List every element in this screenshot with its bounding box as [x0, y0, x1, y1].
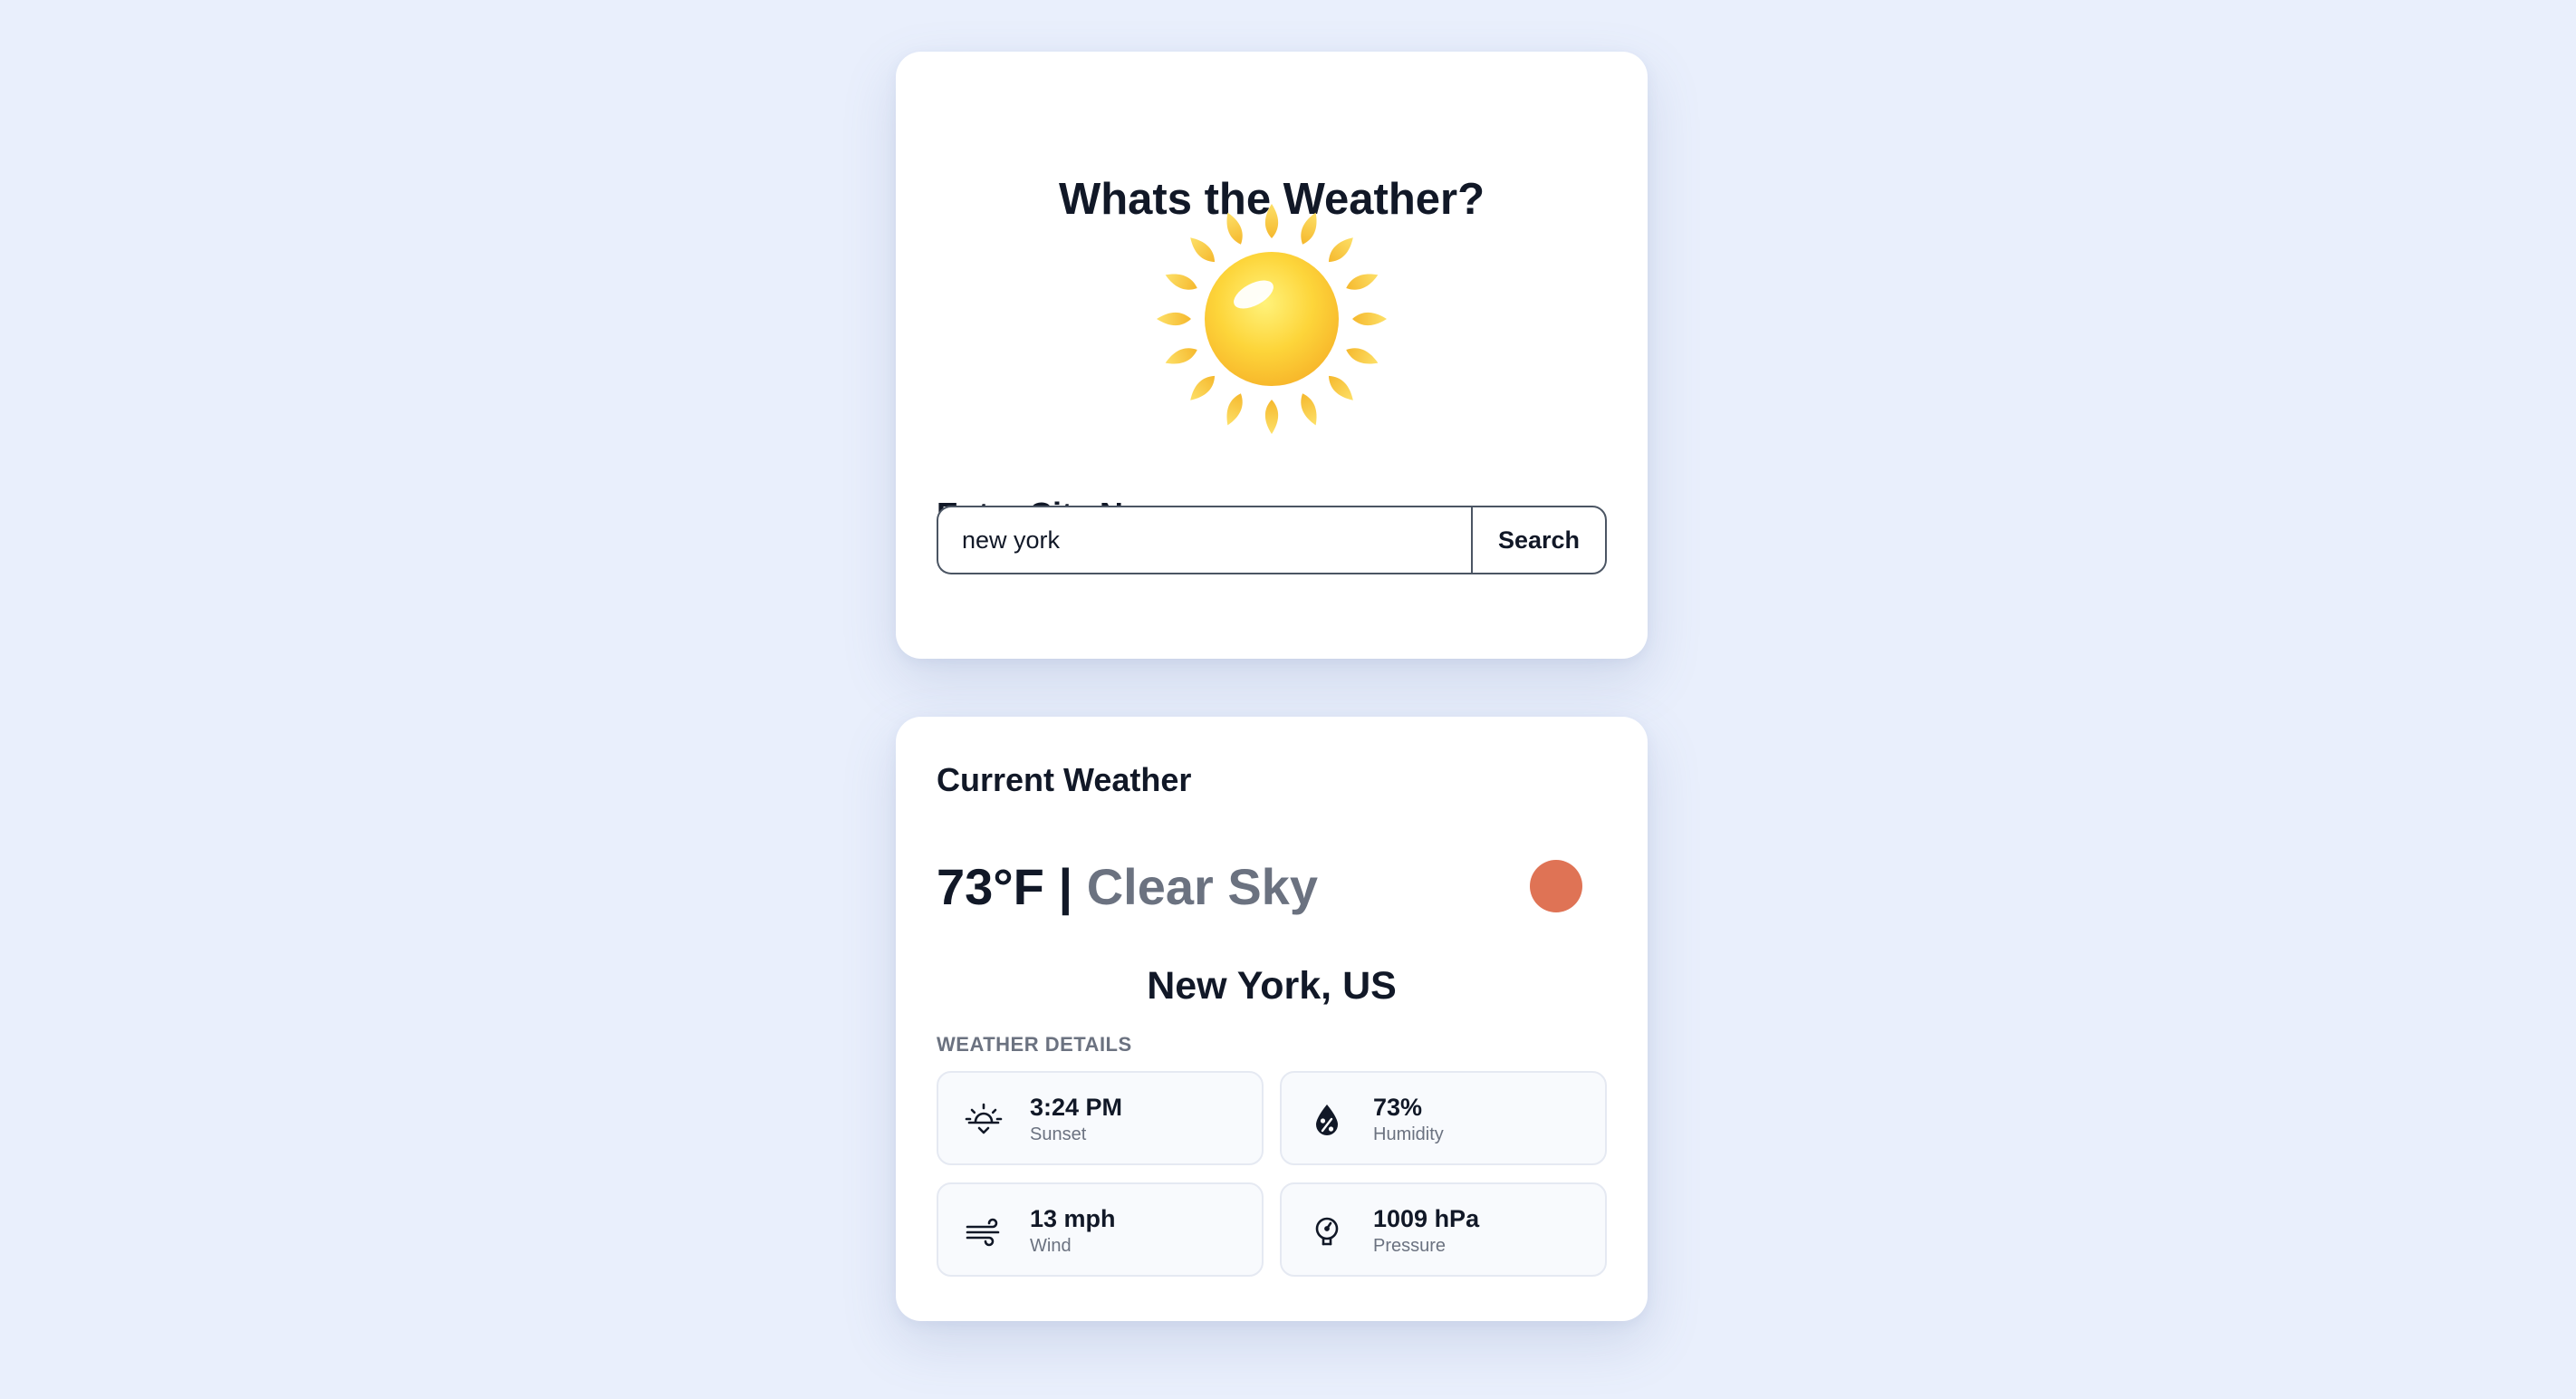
location-name: New York, US	[1147, 964, 1397, 1008]
sunset-value: 3:24 PM	[1030, 1094, 1123, 1121]
temperature-value: 73°F	[937, 858, 1044, 915]
search-button[interactable]: Search	[1471, 506, 1607, 574]
pressure-value: 1009 hPa	[1373, 1205, 1480, 1232]
sun-icon	[1157, 204, 1387, 434]
current-weather-card: Current Weather 73°F | Clear Sky New Yor…	[896, 717, 1648, 1321]
current-weather-heading: Current Weather	[937, 761, 1192, 798]
condition-indicator	[1530, 860, 1582, 912]
humidity-icon	[1316, 1105, 1338, 1135]
sunset-label: Sunset	[1030, 1124, 1087, 1144]
condition-text: Clear Sky	[1086, 858, 1318, 915]
detail-tile-wind: 13 mph Wind	[937, 1182, 1264, 1277]
humidity-label: Humidity	[1373, 1124, 1444, 1144]
wind-label: Wind	[1030, 1236, 1072, 1256]
wind-icon	[966, 1218, 1000, 1247]
sunset-icon	[965, 1103, 1003, 1134]
wind-value: 13 mph	[1030, 1205, 1116, 1232]
detail-tile-humidity: 73% Humidity	[1280, 1071, 1607, 1165]
temperature-line: 73°F | Clear Sky	[937, 853, 1318, 921]
pressure-icon	[1315, 1217, 1339, 1246]
search-card: Whats the Weather? new york Search	[896, 52, 1648, 659]
weather-details-heading: WEATHER DETAILS	[937, 1033, 1132, 1056]
humidity-value: 73%	[1373, 1094, 1423, 1121]
pressure-label: Pressure	[1373, 1236, 1447, 1256]
city-search-input[interactable]	[937, 506, 1472, 574]
detail-tile-pressure: 1009 hPa Pressure	[1280, 1182, 1607, 1277]
temperature-separator: |	[1058, 858, 1073, 915]
detail-tile-sunset: 3:24 PM Sunset	[937, 1071, 1264, 1165]
